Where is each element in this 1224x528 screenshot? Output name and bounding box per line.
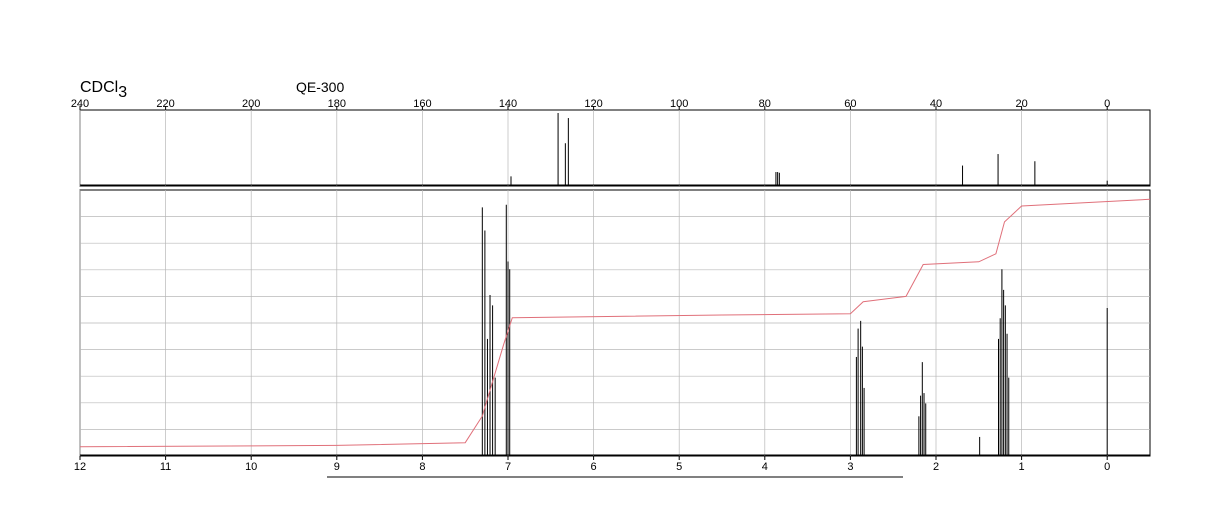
tick-label: 9 — [334, 461, 340, 473]
tick-label: 6 — [591, 461, 597, 473]
tick-label: 10 — [245, 461, 257, 473]
tick-label: 180 — [328, 98, 346, 110]
tick-label: 120 — [584, 98, 602, 110]
tick-label: 240 — [71, 98, 89, 110]
instrument-label: QE-300 — [296, 79, 344, 95]
tick-label: 40 — [930, 98, 942, 110]
tick-label: 5 — [676, 461, 682, 473]
h1-panel: 12 11 10 9 8 7 6 5 4 3 2 1 0 — [74, 189, 1151, 473]
tick-label: 200 — [242, 98, 260, 110]
tick-label: 80 — [759, 98, 771, 110]
c13-panel: 240 220 200 180 160 140 120 100 80 60 40 20 0 — [71, 98, 1151, 187]
tick-label: 0 — [1104, 98, 1110, 110]
tick-label: 1 — [1019, 461, 1025, 473]
tick-label: 160 — [413, 98, 431, 110]
tick-label: 4 — [762, 461, 768, 473]
tick-label: 3 — [847, 461, 853, 473]
tick-label: 7 — [505, 461, 511, 473]
tick-label: 8 — [419, 461, 425, 473]
tick-label: 140 — [499, 98, 517, 110]
tick-label: 20 — [1015, 98, 1027, 110]
tick-label: 60 — [844, 98, 856, 110]
tick-label: 100 — [670, 98, 688, 110]
tick-label: 220 — [156, 98, 174, 110]
solvent-subscript: 3 — [118, 84, 127, 101]
c13-frame — [79, 109, 1151, 187]
nmr-spectrum: CDCl3 QE-300 240 220 200 180 160 140 120 100 80 6… — [71, 79, 1151, 478]
tick-label: 11 — [160, 461, 171, 473]
tick-label: 12 — [74, 461, 86, 473]
tick-label: 0 — [1104, 461, 1110, 473]
tick-label: 2 — [933, 461, 939, 473]
